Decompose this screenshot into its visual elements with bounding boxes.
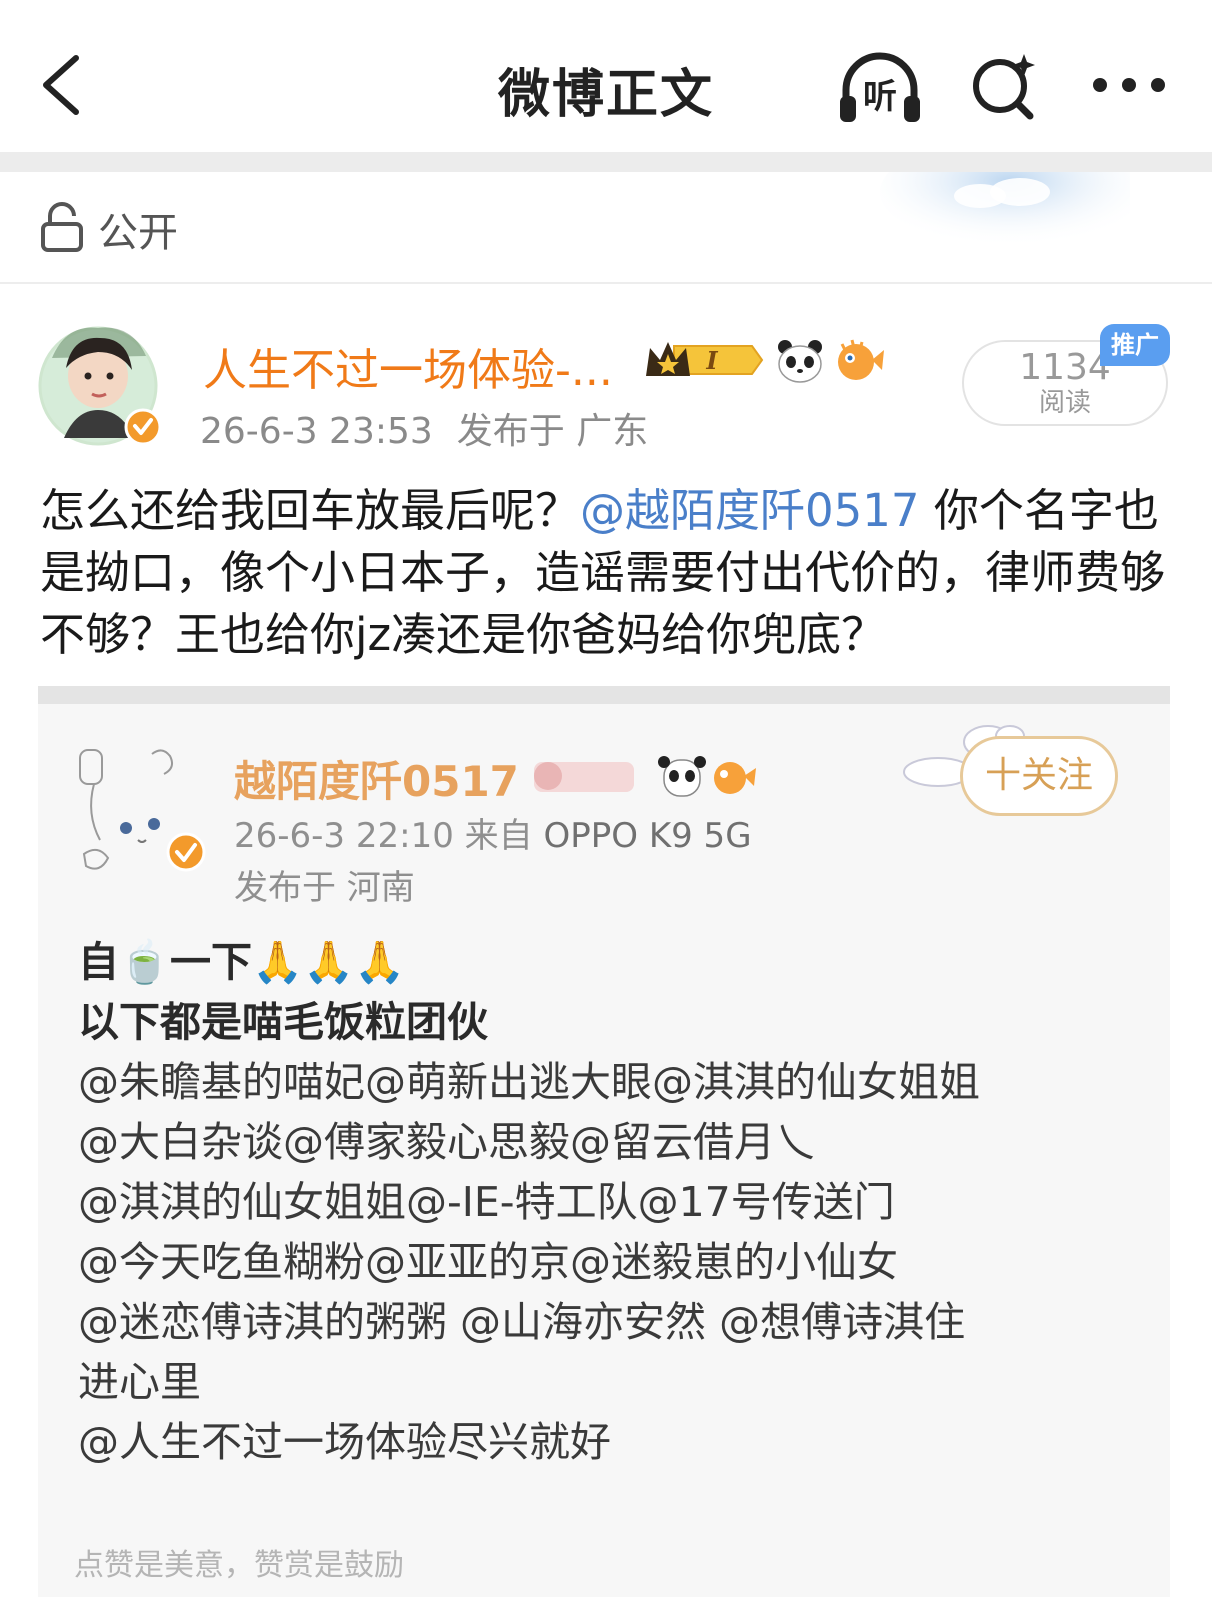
follow-button: 十关注	[960, 736, 1118, 816]
screenshot-line: @人生不过一场体验尽兴就好	[78, 1418, 611, 1466]
image-top-border	[38, 686, 1170, 704]
screenshot-badges	[534, 756, 756, 797]
screenshot-date-source: 26-6-3 22:10 来自	[234, 816, 533, 856]
screenshot-line: @迷恋傅诗淇的粥粥 @山海亦安然 @想傅诗淇住	[78, 1298, 966, 1346]
lock-open-icon	[41, 202, 83, 252]
visibility-row: 公开	[0, 172, 1212, 284]
visibility-label: 公开	[98, 210, 178, 256]
screenshot-location: 发布于 河南	[234, 868, 415, 908]
screenshot-footer: 点赞是美意，赞赏是鼓励	[74, 1548, 404, 1583]
section-divider	[0, 152, 1212, 172]
screenshot-line: @今天吃鱼糊粉@亚亚的京@迷毅崽的小仙女	[78, 1238, 898, 1286]
panda-icon	[778, 340, 822, 383]
post-text-before: 怎么还给我回车放最后呢？	[40, 484, 581, 537]
post-location: 发布于 广东	[456, 411, 649, 452]
promo-tag: 推广	[1100, 324, 1170, 366]
search-sparkle-icon	[973, 54, 1035, 120]
headphones-icon: 听	[840, 52, 920, 122]
top-nav-bar: 微博正文 听	[0, 0, 1212, 150]
mention-link[interactable]: @越陌度阡0517	[580, 484, 920, 537]
screenshot-line: 进心里	[78, 1358, 201, 1406]
screenshot-line: 以下都是喵毛饭粒团伙	[78, 998, 488, 1046]
screenshot-line: @淇淇的仙女姐姐@-IE-特工队@17号传送门	[78, 1178, 895, 1226]
svg-text:I: I	[705, 346, 718, 375]
screenshot-device: OPPO K9 5G	[543, 816, 752, 856]
svg-text:听: 听	[863, 77, 897, 117]
read-label: 阅读	[1038, 388, 1091, 418]
fish-icon	[838, 339, 884, 380]
avatar[interactable]	[36, 318, 164, 448]
screenshot-text: 自🍵一下🙏🙏🙏 以下都是喵毛饭粒团伙 @朱瞻基的喵妃@萌新出逃大眼@淇淇的仙女姐…	[78, 932, 1138, 1472]
post-meta: 26-6-3 23:53 发布于 广东	[200, 402, 648, 454]
screenshot-avatar	[79, 749, 206, 872]
verified-icon	[124, 408, 162, 446]
crown-icon: I	[646, 342, 764, 376]
listen-button[interactable]: 听	[836, 46, 924, 126]
more-dots-icon	[1093, 78, 1165, 92]
screenshot-line: @大白杂谈@傅家毅心思毅@留云借月乀	[78, 1118, 816, 1166]
more-button[interactable]	[1090, 70, 1168, 100]
cloud-decoration-icon	[880, 172, 1130, 247]
screenshot-line: 自🍵一下🙏🙏🙏	[78, 938, 406, 986]
author-name[interactable]: 人生不过一场体验-...	[203, 334, 613, 398]
post-date: 26-6-3 23:53	[200, 411, 433, 452]
screenshot-verified-icon	[166, 832, 206, 872]
screenshot-author-name: 越陌度阡0517	[234, 757, 519, 806]
post-image[interactable]: 越陌度阡0517 十关注 26-6-3 22:10 来自 OPPO K9 5G …	[38, 686, 1170, 1597]
screenshot-meta: 26-6-3 22:10 来自 OPPO K9 5G 发布于 河南	[234, 810, 752, 914]
screenshot-line: @朱瞻基的喵妃@萌新出逃大眼@淇淇的仙女姐姐	[78, 1058, 980, 1106]
search-button[interactable]	[968, 48, 1040, 124]
post-text: 怎么还给我回车放最后呢？@越陌度阡0517 你个名字也是拗口，像个小日本子，造谣…	[40, 480, 1180, 666]
